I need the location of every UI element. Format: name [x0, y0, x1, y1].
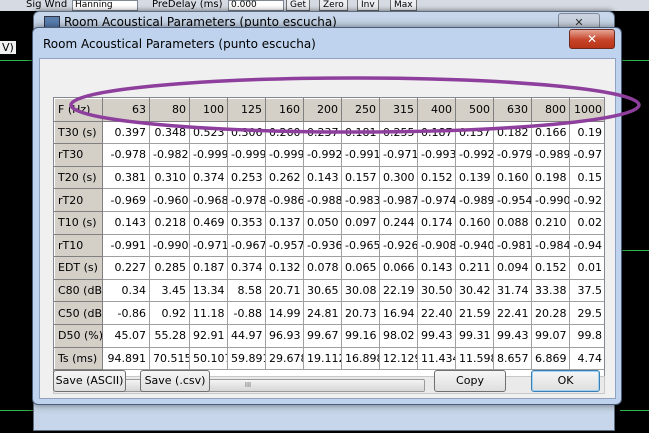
highlight-overlay: [69, 76, 641, 134]
highlight-ellipse: [69, 76, 641, 134]
